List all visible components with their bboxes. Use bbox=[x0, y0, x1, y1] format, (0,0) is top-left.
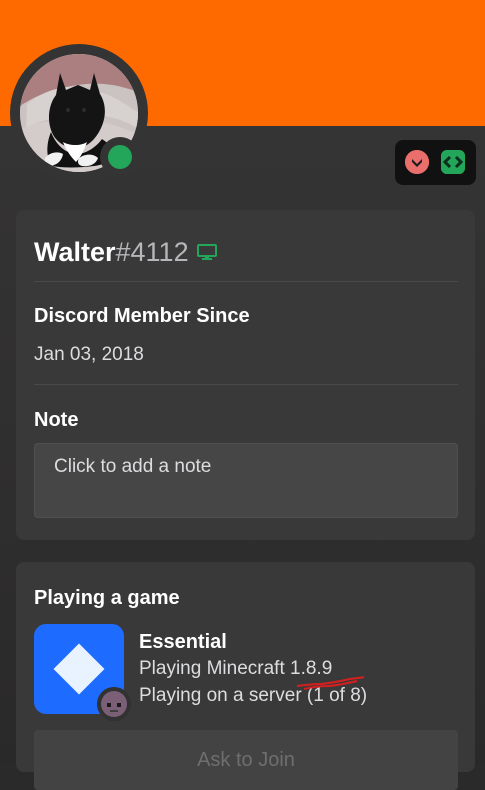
member-since-label: Discord Member Since bbox=[34, 305, 250, 327]
discriminator: #4112 bbox=[115, 236, 189, 267]
game-name: Essential bbox=[139, 631, 227, 653]
badge-list bbox=[395, 140, 476, 185]
online-status-icon bbox=[108, 145, 132, 169]
annotation-underline bbox=[296, 676, 365, 690]
username: Walter bbox=[34, 236, 116, 267]
desktop-icon bbox=[196, 243, 217, 261]
hypesquad-badge-icon[interactable] bbox=[405, 150, 429, 174]
profile-info-card: Walter #4112 Discord Member Since Jan 03… bbox=[16, 210, 475, 540]
activity-card: Playing a game Essential Playing Minecra… bbox=[16, 562, 475, 790]
note-placeholder: Click to add a note bbox=[54, 456, 212, 477]
section-divider bbox=[34, 281, 458, 282]
member-since-date: Jan 03, 2018 bbox=[34, 344, 144, 365]
note-label: Note bbox=[34, 409, 79, 431]
essential-diamond-icon bbox=[53, 643, 105, 695]
minecraft-icon bbox=[97, 687, 131, 721]
name-row: Walter #4112 bbox=[34, 234, 217, 270]
ask-to-join-button[interactable]: Ask to Join bbox=[34, 730, 458, 790]
developer-badge-icon[interactable] bbox=[441, 150, 465, 174]
activity-label: Playing a game bbox=[34, 587, 180, 609]
section-divider bbox=[34, 384, 458, 385]
note-input[interactable]: Click to add a note bbox=[34, 443, 458, 518]
